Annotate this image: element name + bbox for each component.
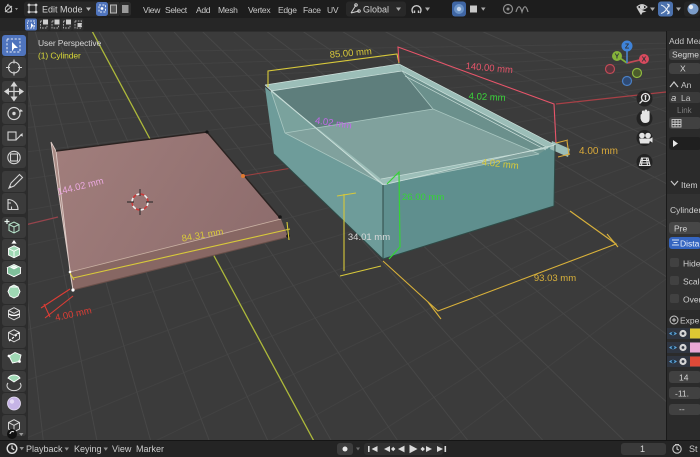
svg-text:Z: Z	[625, 44, 630, 51]
svg-text:Link: Link	[677, 106, 693, 115]
svg-text:An: An	[681, 80, 692, 90]
svg-text:Segme: Segme	[672, 50, 699, 60]
svg-text:4.02 mm: 4.02 mm	[468, 91, 506, 104]
svg-text:-11.: -11.	[675, 389, 689, 399]
svg-text:(1) Cylinder: (1) Cylinder	[38, 51, 81, 61]
svg-text:34.01 mm: 34.01 mm	[348, 232, 390, 243]
svg-text:User Perspective: User Perspective	[38, 38, 101, 48]
svg-text:Hide: Hide	[683, 259, 700, 269]
svg-text:4.00 mm: 4.00 mm	[579, 146, 618, 157]
svg-text:La: La	[681, 93, 691, 103]
svg-text:Dista: Dista	[680, 239, 700, 249]
svg-text:Expe: Expe	[680, 316, 700, 326]
svg-text:Edit Mode: Edit Mode	[42, 5, 83, 15]
svg-text:Scale: Scale	[683, 277, 700, 287]
svg-text:--: --	[679, 404, 685, 414]
svg-text:Keying: Keying	[74, 444, 102, 454]
svg-text:Marker: Marker	[136, 444, 164, 454]
svg-text:1: 1	[640, 444, 645, 454]
svg-text:St: St	[689, 444, 698, 454]
svg-text:26.00 mm: 26.00 mm	[402, 192, 444, 203]
svg-text:93.03 mm: 93.03 mm	[534, 273, 576, 284]
svg-text:Playback: Playback	[26, 444, 63, 454]
svg-text:Add Mea: Add Mea	[669, 36, 700, 46]
svg-text:Item: Item	[681, 180, 698, 190]
svg-text:14: 14	[679, 373, 689, 383]
svg-text:Overl: Overl	[683, 295, 700, 305]
svg-text:Cylinder: Cylinder	[670, 205, 700, 215]
svg-text:X: X	[642, 57, 647, 64]
svg-text:View: View	[112, 444, 132, 454]
svg-text:Pre: Pre	[674, 224, 688, 234]
svg-text:Global: Global	[363, 5, 389, 15]
svg-text:X: X	[680, 64, 686, 74]
svg-text:a: a	[671, 93, 676, 104]
svg-text:Y: Y	[615, 54, 620, 61]
